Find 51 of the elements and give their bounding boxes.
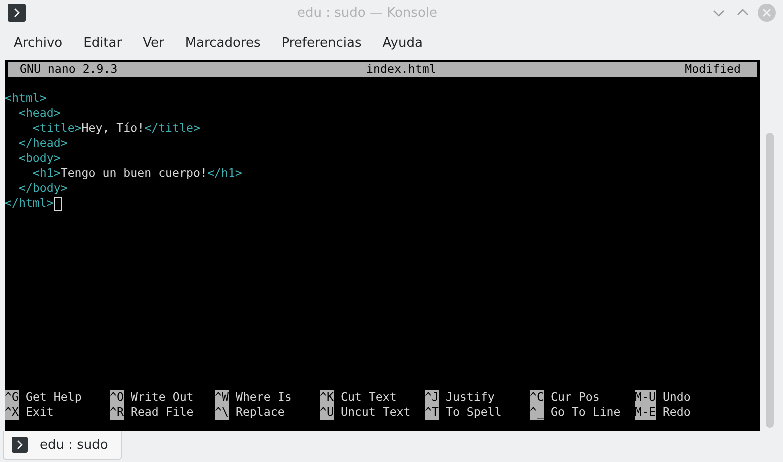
menu-item[interactable]: Marcadores (178, 36, 268, 50)
close-button[interactable] (757, 3, 777, 23)
shortcut-label: Redo (662, 405, 691, 420)
terminal-icon (12, 437, 28, 453)
shortcut-label: Cur Pos (550, 390, 600, 405)
code-line: </body> (18, 181, 68, 196)
shortcut-label: Read File (130, 405, 194, 420)
shortcut-key: M-U (635, 390, 656, 405)
menu-item[interactable]: Editar (76, 36, 130, 50)
terminal-tab[interactable]: edu : sudo (3, 431, 122, 460)
shortcut-key: ^_ (530, 405, 544, 420)
shortcut-label: Write Out (130, 390, 194, 405)
shortcut-key: ^C (530, 390, 544, 405)
file-name: index.html (366, 62, 436, 77)
scrollbar[interactable] (766, 133, 774, 428)
shortcut-label: Get Help (26, 390, 82, 405)
code-line: <head> (18, 106, 61, 121)
code-line: <h1>Tengo un buen cuerpo!</h1> (32, 166, 242, 181)
code-line: <html> (5, 91, 47, 106)
window-title: edu : sudo — Konsole (296, 6, 439, 20)
menu-item[interactable]: Preferencias (274, 36, 369, 50)
shortcut-key: ^W (215, 390, 229, 405)
editor-version: GNU nano 2.9.3 (20, 62, 118, 77)
shortcut-key: ^R (110, 405, 124, 420)
menu-item[interactable]: Ver (136, 36, 172, 50)
shortcut-key: ^G (5, 390, 19, 405)
shortcut-label: To Spell (446, 405, 502, 420)
shortcut-key: M-E (635, 405, 656, 420)
shortcut-label: Justify (446, 390, 495, 405)
shortcut-label: Cut Text (340, 390, 397, 405)
shortcut-label: Go To Line (550, 405, 621, 420)
modified-status: Modified (685, 62, 741, 77)
shortcut-label: Uncut Text (340, 405, 411, 420)
code-line: <body> (18, 151, 61, 166)
shortcut-label: Undo (662, 390, 691, 405)
menu-item[interactable]: Ayuda (376, 36, 430, 50)
code-line: </head> (18, 136, 68, 151)
code-line: </html> (5, 196, 54, 211)
shortcut-key: ^O (110, 390, 124, 405)
code-line: <title>Hey, Tío!</title> (32, 121, 200, 136)
shortcut-label: Exit (26, 405, 54, 420)
shortcut-label: Where Is (236, 390, 292, 405)
shortcut-key: ^X (5, 405, 19, 420)
menu-item[interactable]: Archivo (7, 36, 70, 50)
shortcut-key: ^K (320, 390, 334, 405)
terminal-icon (8, 4, 26, 22)
shortcut-key: ^\ (215, 405, 229, 420)
shortcut-key: ^T (425, 405, 439, 420)
shortcut-key: ^U (320, 405, 334, 420)
shortcut-key: ^J (425, 390, 439, 405)
shortcut-label: Replace (236, 405, 285, 420)
